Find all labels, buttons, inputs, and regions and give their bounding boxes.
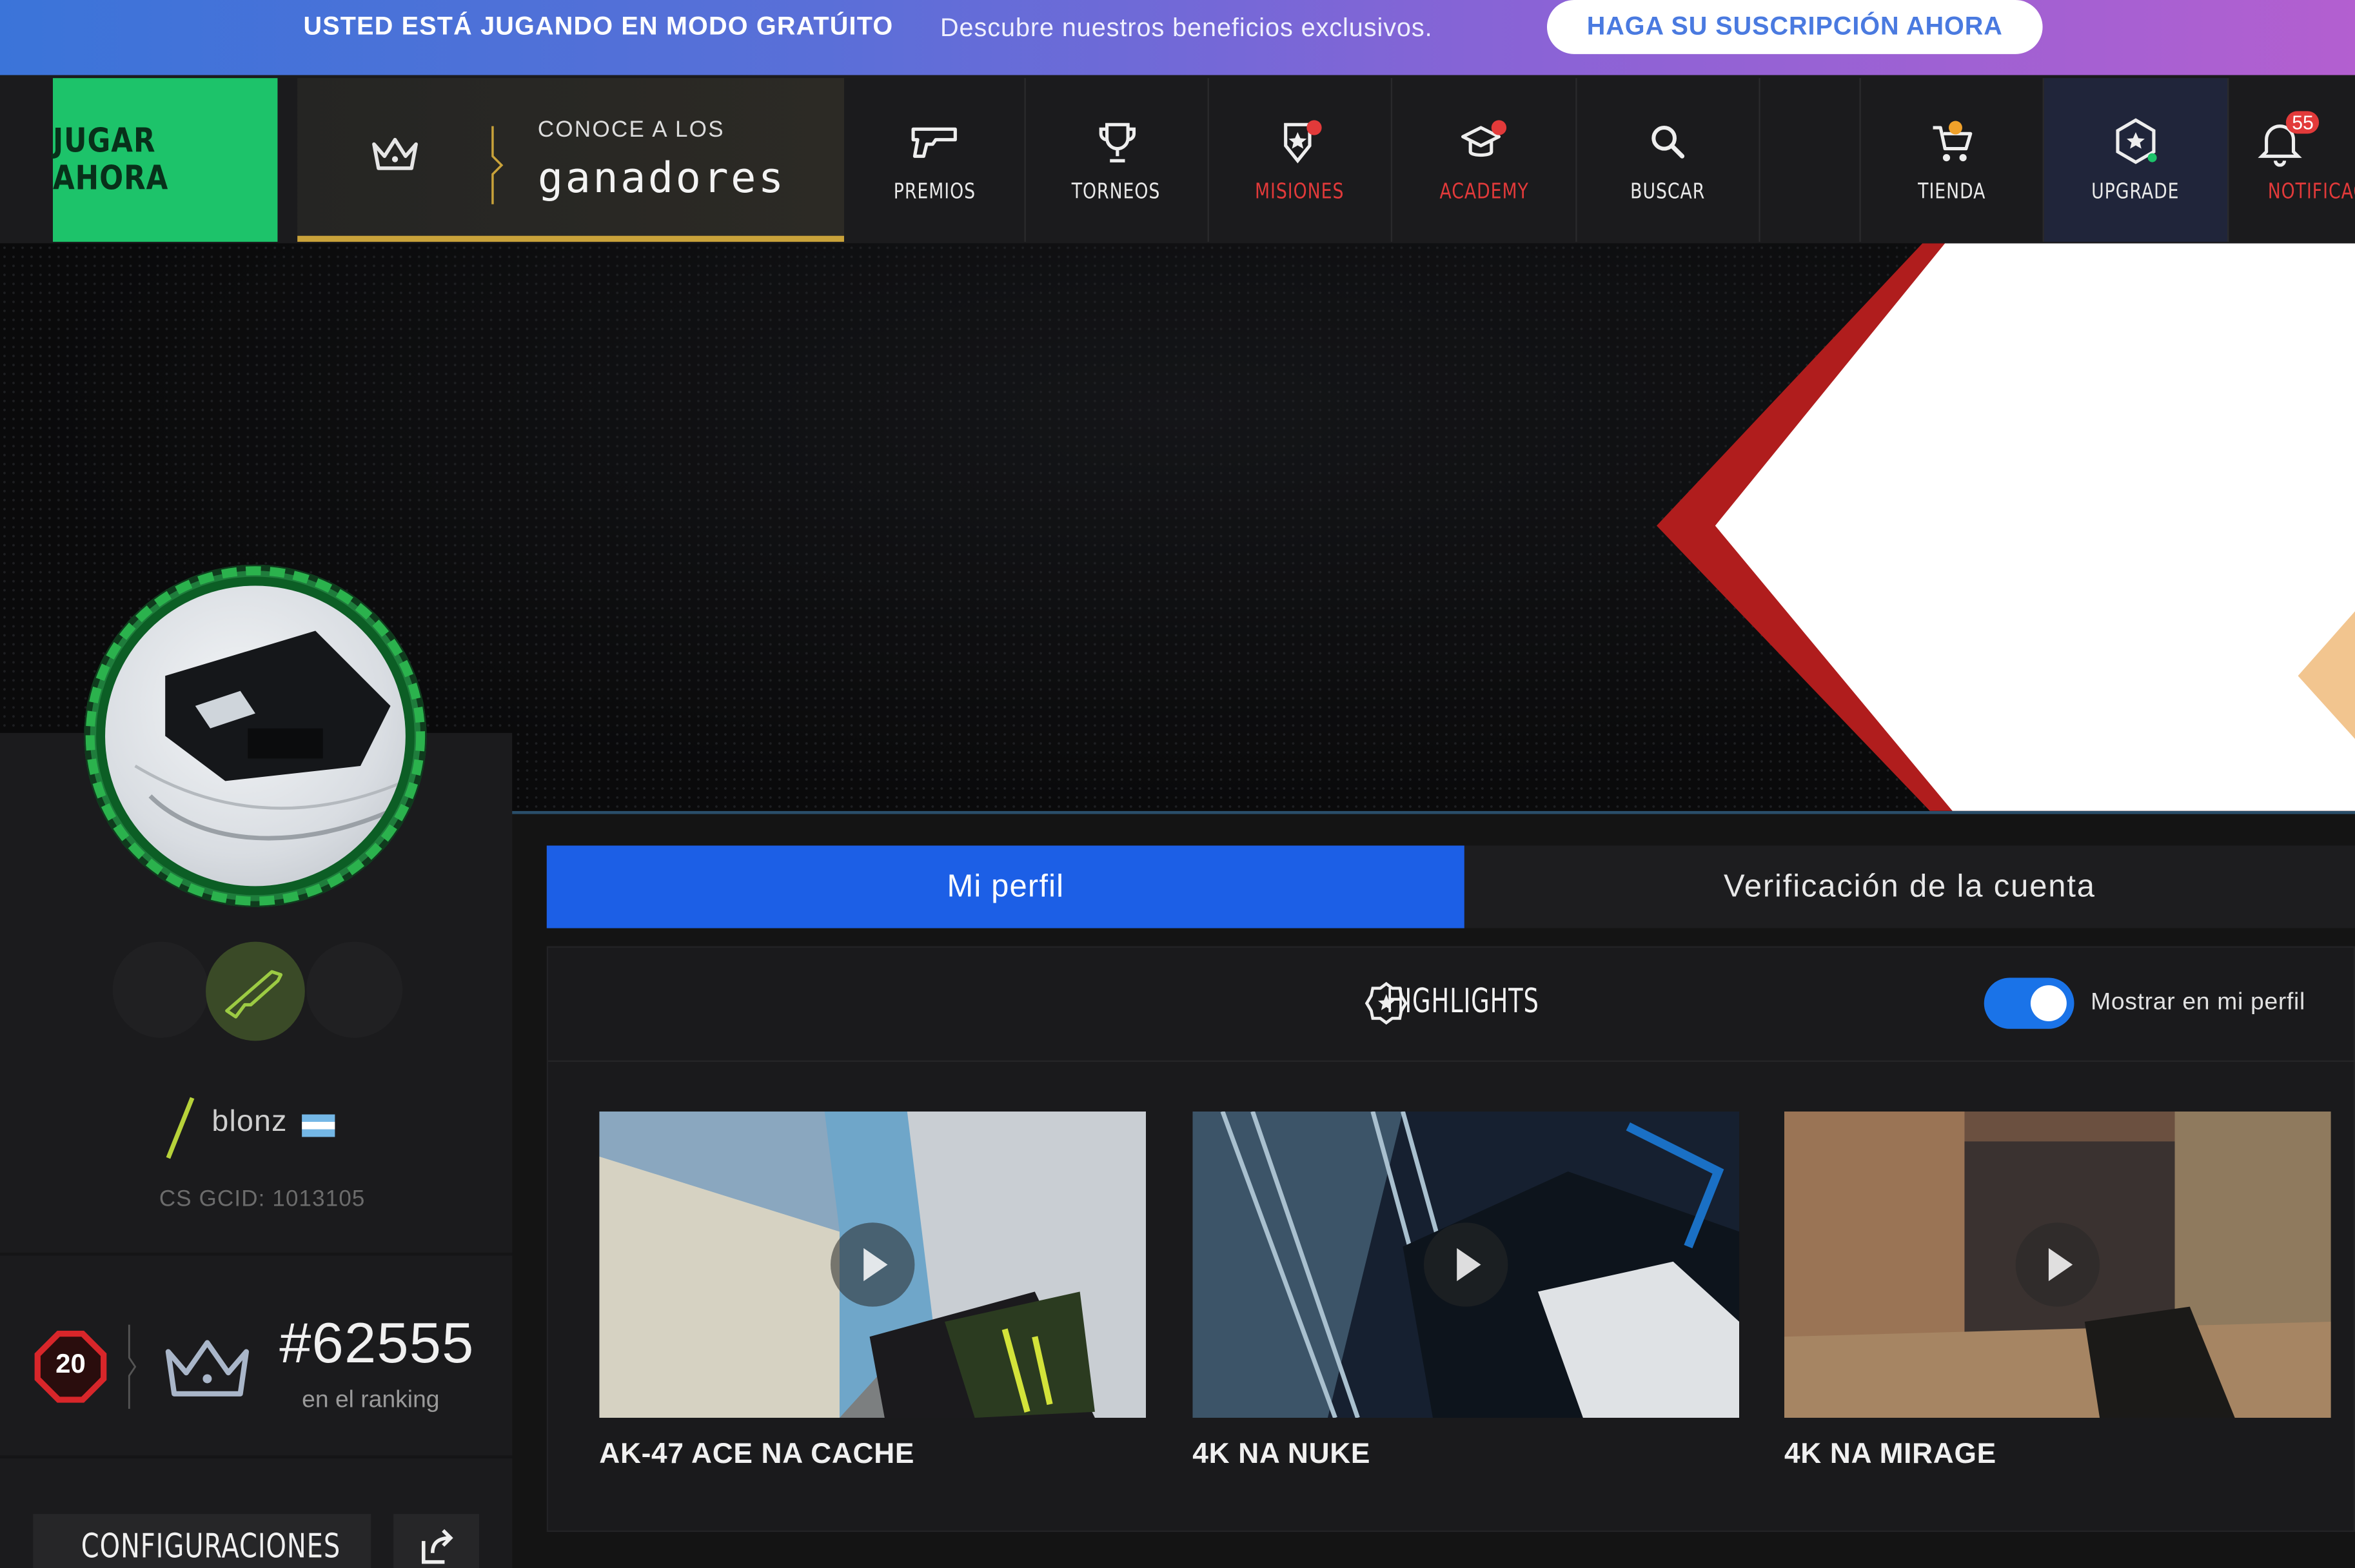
chevron-divider-icon xyxy=(128,1324,137,1409)
winners-banner-link[interactable]: CONOCE A LOS ganadores xyxy=(297,78,844,242)
show-on-profile-toggle[interactable] xyxy=(1984,977,2074,1029)
play-now-button[interactable]: JUGAR AHORA xyxy=(52,78,278,242)
ranking-label: en el ranking xyxy=(302,1387,440,1414)
graduation-cap-icon xyxy=(1457,117,1511,168)
nav-item-torneos[interactable]: TORNEOS xyxy=(1026,78,1209,242)
nav-item-tienda[interactable]: TIENDA xyxy=(1861,78,2044,242)
badge-slot-right[interactable] xyxy=(306,941,403,1038)
argentina-flag-icon xyxy=(302,1114,335,1137)
avatar[interactable] xyxy=(84,564,427,908)
highlights-title: HIGHLIGHTS xyxy=(1386,983,1539,1022)
nav-label: NOTIFICAÇÕES xyxy=(2267,179,2355,204)
player-gcid: CS GCID: 1013105 xyxy=(159,1186,366,1212)
tab-account-verification[interactable]: Verificación de la cuenta xyxy=(1464,845,2355,928)
nav-label: PREMIOS xyxy=(893,179,976,204)
nav-label: ACADEMY xyxy=(1439,179,1529,204)
play-icon xyxy=(2015,1222,2100,1307)
player-level: 20 xyxy=(55,1348,86,1379)
badge-slot-weapon[interactable] xyxy=(206,941,305,1041)
winners-line1: CONOCE A LOS xyxy=(537,117,725,143)
nav-spacer xyxy=(1760,78,1861,242)
chevron-divider-icon xyxy=(491,126,504,204)
tab-my-profile[interactable]: Mi perfil xyxy=(546,845,1464,928)
toggle-knob xyxy=(2030,985,2067,1022)
share-icon xyxy=(420,1529,453,1564)
play-icon xyxy=(1423,1222,1508,1307)
nav-label: BUSCAR xyxy=(1630,179,1706,204)
upgrade-star-icon xyxy=(2109,117,2163,168)
play-icon xyxy=(830,1222,915,1307)
sidebar-divider xyxy=(0,1252,513,1256)
mission-badge-icon xyxy=(1273,117,1327,168)
settings-label: CONFIGURACIONES xyxy=(81,1528,341,1566)
clip-thumbnail[interactable] xyxy=(1192,1111,1740,1418)
cover-divider xyxy=(510,810,2355,814)
nav-label: TIENDA xyxy=(1918,179,1986,204)
car-image xyxy=(134,631,406,841)
bell-icon: 55 xyxy=(2253,110,2320,168)
clip-thumbnail[interactable] xyxy=(599,1111,1147,1418)
subscribe-now-button[interactable]: HAGA SU SUSCRIPCIÓN AHORA xyxy=(1546,0,2043,54)
nav-item-buscar[interactable]: BUSCAR xyxy=(1577,78,1760,242)
nav-item-misiones[interactable]: MISIONES xyxy=(1209,78,1393,242)
ranking-position: #62555 xyxy=(279,1312,475,1376)
crown-icon xyxy=(372,137,418,170)
nav-label: TORNEOS xyxy=(1072,179,1161,204)
clip-title[interactable]: 4K NA NUKE xyxy=(1192,1439,1370,1472)
notification-count-badge: 55 xyxy=(2285,110,2320,133)
cart-icon xyxy=(1925,117,1979,168)
clip-title[interactable]: AK-47 ACE NA CACHE xyxy=(599,1439,914,1472)
winners-line2: ganadores xyxy=(537,153,786,203)
trophy-icon xyxy=(1090,117,1144,168)
player-nickname: blonz xyxy=(212,1105,288,1139)
rifle-icon xyxy=(225,970,283,1019)
nav-item-upgrade[interactable]: UPGRADE xyxy=(2044,78,2229,242)
nav-label: UPGRADE xyxy=(2091,179,2180,204)
badge-slot-left[interactable] xyxy=(112,941,209,1038)
nick-accent-icon xyxy=(166,1097,195,1159)
benefits-text: Descubre nuestros beneficios exclusivos. xyxy=(940,13,1433,43)
sidebar-divider xyxy=(0,1455,513,1458)
search-icon xyxy=(1641,117,1695,168)
nav-item-premios[interactable]: PREMIOS xyxy=(844,78,1026,242)
clip-title[interactable]: 4K NA MIRAGE xyxy=(1784,1439,1996,1472)
pistol-icon xyxy=(907,117,961,168)
nav-item-notificaciones[interactable]: 55 NOTIFICAÇÕES xyxy=(2229,78,2355,242)
nav-item-academy[interactable]: ACADEMY xyxy=(1392,78,1577,242)
highlights-header: HIGHLIGHTS Mostrar en mi perfil xyxy=(548,948,2355,1062)
clip-thumbnail[interactable] xyxy=(1784,1111,2331,1418)
subscription-banner: USTED ESTÁ JUGANDO EN MODO GRATÚITO Desc… xyxy=(0,0,2355,75)
show-on-profile-label: Mostrar en mi perfil xyxy=(2091,990,2305,1015)
free-mode-text: USTED ESTÁ JUGANDO EN MODO GRATÚITO xyxy=(303,12,894,41)
avatar-image xyxy=(105,585,406,887)
share-button[interactable] xyxy=(393,1514,479,1568)
crown-icon xyxy=(165,1340,250,1396)
nav-label: MISIONES xyxy=(1255,179,1345,204)
settings-button[interactable]: CONFIGURACIONES xyxy=(33,1514,371,1568)
